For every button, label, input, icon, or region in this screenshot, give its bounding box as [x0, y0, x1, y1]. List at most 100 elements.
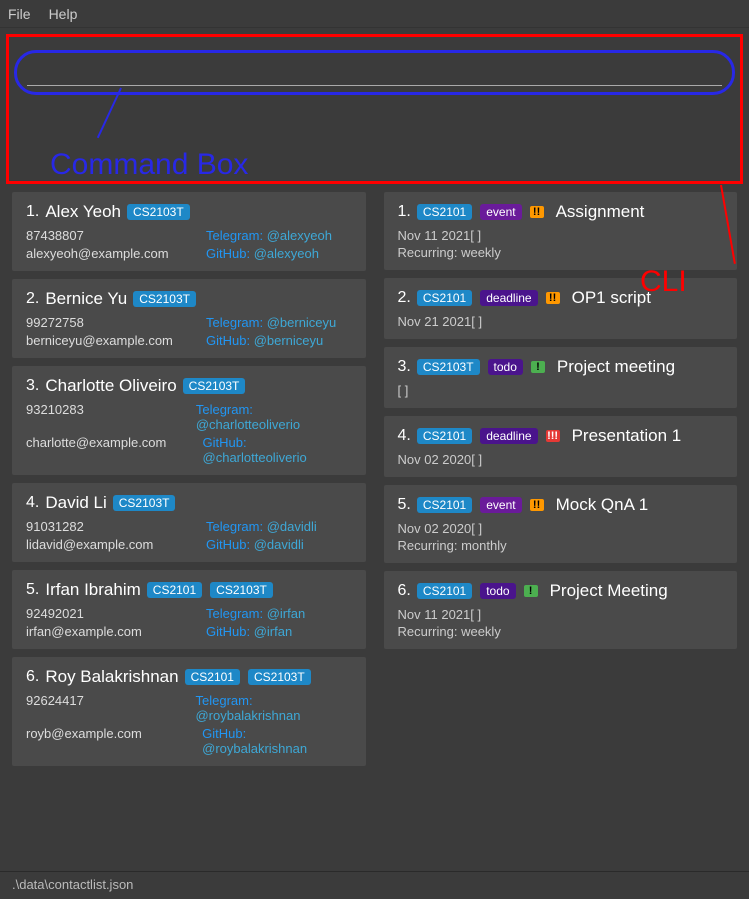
contact-phone: 93210283 [26, 402, 196, 432]
menubar: File Help [0, 0, 749, 28]
contact-phone: 92492021 [26, 606, 206, 621]
module-tag: CS2101 [185, 669, 240, 685]
contact-phone: 87438807 [26, 228, 206, 243]
task-type-tag: event [480, 497, 521, 513]
telegram-handle[interactable]: @roybalakrishnan [195, 708, 300, 723]
github-label: GitHub: [203, 435, 247, 450]
annotation-cli-label: CLI [640, 265, 687, 299]
github-handle[interactable]: @davidli [254, 537, 304, 552]
contact-email: irfan@example.com [26, 624, 206, 639]
task-date: Nov 21 2021[ ] [398, 314, 724, 329]
github-handle[interactable]: @berniceyu [254, 333, 324, 348]
task-card[interactable]: 5. CS2101 event!! Mock QnA 1 Nov 02 2020… [384, 485, 738, 563]
github-label: GitHub: [206, 333, 254, 348]
priority-badge: ! [531, 361, 545, 373]
contact-phone: 91031282 [26, 519, 206, 534]
github-label: GitHub: [206, 246, 254, 261]
task-date: [ ] [398, 383, 724, 398]
telegram-handle[interactable]: @davidli [267, 519, 317, 534]
telegram-handle[interactable]: @charlotteoliverio [196, 417, 300, 432]
task-date: Nov 11 2021[ ] [398, 607, 724, 622]
task-card[interactable]: 4. CS2101 deadline!!! Presentation 1 Nov… [384, 416, 738, 477]
annotation-command-box-label: Command Box [50, 148, 248, 182]
command-input[interactable] [27, 59, 722, 86]
telegram-label: Telegram: [206, 228, 267, 243]
task-type-tag: event [480, 204, 521, 220]
task-type-tag: todo [480, 583, 515, 599]
github-handle[interactable]: @alexyeoh [254, 246, 319, 261]
contact-card[interactable]: 4. David Li CS2103T 91031282 Telegram: @… [12, 483, 366, 562]
telegram-handle[interactable]: @berniceyu [267, 315, 337, 330]
task-name: Presentation 1 [572, 426, 682, 446]
contact-email: royb@example.com [26, 726, 202, 756]
github-label: GitHub: [202, 726, 246, 741]
content-area: 1. Alex Yeoh CS2103T 87438807 Telegram: … [0, 188, 749, 858]
github-handle[interactable]: @roybalakrishnan [202, 741, 307, 756]
contact-name: Roy Balakrishnan [45, 667, 178, 687]
module-tag: CS2101 [417, 204, 472, 220]
tasks-column[interactable]: 1. CS2101 event!! Assignment Nov 11 2021… [380, 188, 742, 858]
menu-file[interactable]: File [8, 6, 31, 22]
contact-card[interactable]: 1. Alex Yeoh CS2103T 87438807 Telegram: … [12, 192, 366, 271]
task-name: Mock QnA 1 [556, 495, 649, 515]
telegram-label: Telegram: [206, 315, 267, 330]
github-handle[interactable]: @charlotteoliverio [203, 450, 307, 465]
menu-help[interactable]: Help [49, 6, 78, 22]
task-card[interactable]: 1. CS2101 event!! Assignment Nov 11 2021… [384, 192, 738, 270]
telegram-label: Telegram: [206, 519, 267, 534]
module-tag: CS2103T [127, 204, 190, 220]
module-tag: CS2103T [183, 378, 246, 394]
telegram-handle[interactable]: @alexyeoh [267, 228, 332, 243]
contact-name: David Li [45, 493, 106, 513]
module-tag: CS2103T [133, 291, 196, 307]
contact-card[interactable]: 6. Roy Balakrishnan CS2101CS2103T 926244… [12, 657, 366, 766]
task-date: Nov 02 2020[ ] [398, 452, 724, 467]
task-index: 4. [398, 427, 411, 445]
module-tag: CS2103T [210, 582, 273, 598]
contact-card[interactable]: 5. Irfan Ibrahim CS2101CS2103T 92492021 … [12, 570, 366, 649]
task-index: 3. [398, 358, 411, 376]
module-tag: CS2103T [417, 359, 480, 375]
module-tag: CS2103T [113, 495, 176, 511]
task-date: Nov 11 2021[ ] [398, 228, 724, 243]
command-input-wrap [14, 50, 735, 95]
contact-card[interactable]: 2. Bernice Yu CS2103T 99272758 Telegram:… [12, 279, 366, 358]
contacts-column[interactable]: 1. Alex Yeoh CS2103T 87438807 Telegram: … [8, 188, 370, 858]
telegram-label: Telegram: [206, 606, 267, 621]
contact-index: 4. [26, 494, 39, 512]
github-label: GitHub: [206, 537, 254, 552]
task-card[interactable]: 6. CS2101 todo! Project Meeting Nov 11 2… [384, 571, 738, 649]
contact-name: Charlotte Oliveiro [45, 376, 176, 396]
task-recurring: Recurring: weekly [398, 245, 724, 260]
priority-badge: !! [530, 499, 544, 511]
task-type-tag: deadline [480, 428, 537, 444]
telegram-label: Telegram: [195, 693, 252, 708]
task-index: 2. [398, 289, 411, 307]
status-path: .\data\contactlist.json [12, 877, 133, 892]
github-label: GitHub: [206, 624, 254, 639]
priority-badge: ! [524, 585, 538, 597]
task-card[interactable]: 3. CS2103T todo! Project meeting [ ] [384, 347, 738, 408]
module-tag: CS2101 [417, 583, 472, 599]
module-tag: CS2101 [417, 428, 472, 444]
telegram-label: Telegram: [196, 402, 253, 417]
task-name: Project Meeting [550, 581, 668, 601]
contact-phone: 99272758 [26, 315, 206, 330]
statusbar: .\data\contactlist.json [0, 871, 749, 899]
task-name: Project meeting [557, 357, 675, 377]
task-type-tag: todo [488, 359, 523, 375]
module-tag: CS2103T [248, 669, 311, 685]
contact-email: berniceyu@example.com [26, 333, 206, 348]
contact-index: 2. [26, 290, 39, 308]
task-index: 5. [398, 496, 411, 514]
priority-badge: !! [546, 292, 560, 304]
contact-index: 3. [26, 377, 39, 395]
telegram-handle[interactable]: @irfan [267, 606, 306, 621]
github-handle[interactable]: @irfan [254, 624, 293, 639]
contact-card[interactable]: 3. Charlotte Oliveiro CS2103T 93210283 T… [12, 366, 366, 475]
task-name: Assignment [556, 202, 645, 222]
priority-badge: !!! [546, 430, 560, 442]
annotation-callout-line [97, 88, 122, 139]
contact-index: 1. [26, 203, 39, 221]
contact-name: Bernice Yu [45, 289, 127, 309]
